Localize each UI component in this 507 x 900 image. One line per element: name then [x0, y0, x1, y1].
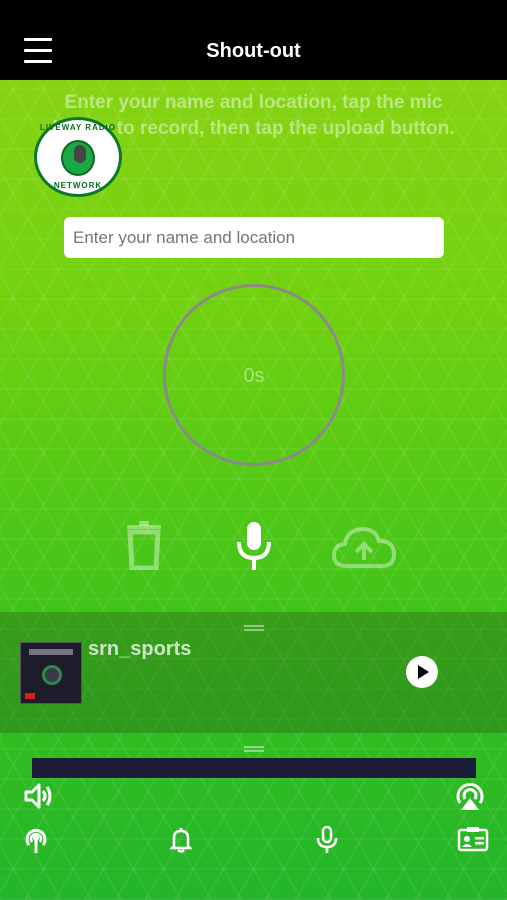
volume-icon[interactable]: [24, 782, 54, 810]
page-title: Shout-out: [206, 40, 301, 62]
logo-microphone-icon: [74, 145, 86, 163]
logo-text-top: LIVEWAY RADIO: [39, 123, 117, 132]
album-art: [20, 642, 82, 704]
microphone-icon[interactable]: [234, 520, 274, 572]
airplay-icon[interactable]: [454, 781, 486, 811]
bottom-drag-handle[interactable]: [244, 746, 264, 752]
bell-icon[interactable]: [170, 827, 192, 853]
station-logo: LIVEWAY RADIO NETWORK: [34, 117, 122, 197]
broadcast-icon[interactable]: [22, 826, 50, 854]
play-button[interactable]: [406, 656, 438, 688]
top-bar: Shout-out: [0, 0, 507, 80]
trash-icon[interactable]: [124, 520, 164, 570]
microphone-icon[interactable]: [316, 826, 338, 854]
cloud-upload-icon[interactable]: [332, 524, 396, 570]
playback-progress-bar[interactable]: [32, 758, 476, 778]
timer-text: 0s: [243, 365, 265, 387]
logo-text-bottom: NETWORK: [53, 181, 103, 190]
track-title: srn_sports: [88, 638, 192, 660]
name-location-input[interactable]: [64, 217, 444, 258]
recording-timer-circle: 0s: [163, 284, 345, 466]
contact-card-icon[interactable]: [457, 826, 489, 852]
play-icon: [418, 665, 429, 679]
drag-handle[interactable]: [244, 625, 264, 631]
now-playing-panel: srn_sports: [0, 612, 507, 733]
